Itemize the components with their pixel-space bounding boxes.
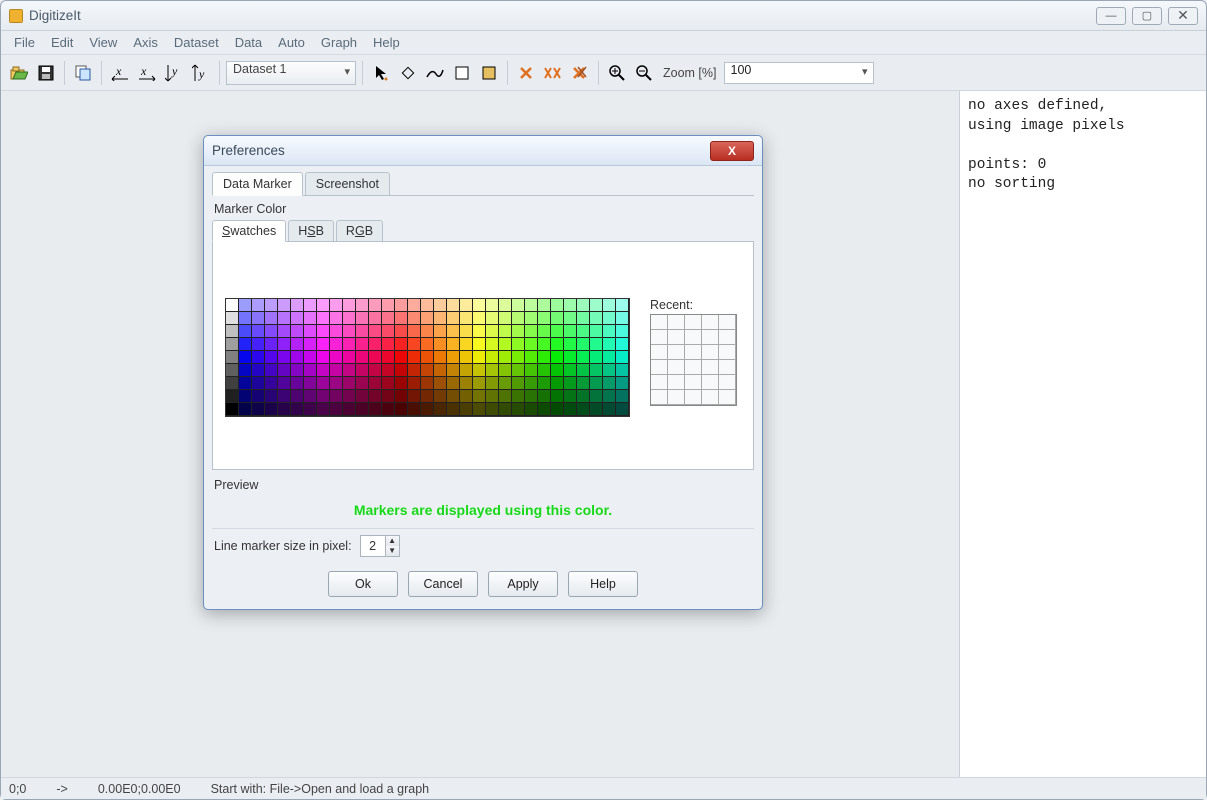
app-title: DigitizeIt — [29, 8, 81, 23]
apply-button[interactable]: Apply — [488, 571, 558, 597]
tab-screenshot[interactable]: Screenshot — [305, 172, 390, 195]
menu-auto[interactable]: Auto — [271, 33, 312, 52]
info-line: no axes defined, — [968, 98, 1107, 114]
tab-swatches[interactable]: Swatches — [212, 220, 286, 242]
toolbar-separator — [64, 61, 65, 85]
line-tool-icon[interactable] — [423, 61, 447, 85]
pointer-icon[interactable] — [369, 61, 393, 85]
menu-help[interactable]: Help — [366, 33, 407, 52]
svg-text:y: y — [171, 64, 178, 78]
diamond-icon[interactable] — [396, 61, 420, 85]
zoom-input[interactable]: 100 — [724, 62, 874, 84]
status-pixel-coords: 0;0 — [9, 782, 26, 796]
x-axis-left-icon[interactable]: x — [108, 61, 132, 85]
dialog-close-button[interactable]: X — [710, 141, 754, 161]
statusbar: 0;0 -> 0.00E0;0.00E0 Start with: File->O… — [1, 777, 1206, 799]
dialog-buttons: Ok Cancel Apply Help — [212, 567, 754, 599]
ok-button[interactable]: Ok — [328, 571, 398, 597]
info-line: points: 0 — [968, 157, 1046, 173]
minimize-button[interactable]: — — [1096, 7, 1126, 25]
marker-color-label: Marker Color — [214, 202, 754, 216]
color-palette[interactable] — [225, 298, 630, 417]
spinner-down-icon[interactable]: ▼ — [386, 546, 399, 556]
toolbar-separator — [362, 61, 363, 85]
pref-tabs: Data Marker Screenshot — [212, 172, 754, 196]
y-axis-down-icon[interactable]: y — [162, 61, 186, 85]
line-marker-size-spinner[interactable]: 2 ▲▼ — [360, 535, 400, 557]
preferences-dialog: Preferences X Data Marker Screenshot Mar… — [203, 135, 763, 610]
cancel-button[interactable]: Cancel — [408, 571, 478, 597]
tab-hsb[interactable]: HSB — [288, 220, 334, 241]
tab-rgb[interactable]: RGB — [336, 220, 383, 241]
zoom-label: Zoom [%] — [663, 66, 717, 80]
svg-text:x: x — [140, 65, 147, 78]
zoom-out-icon[interactable] — [632, 61, 656, 85]
recent-colors: Recent: — [650, 298, 737, 406]
dialog-titlebar[interactable]: Preferences X — [204, 136, 762, 166]
info-line: no sorting — [968, 176, 1055, 192]
menu-edit[interactable]: Edit — [44, 33, 80, 52]
copy-icon[interactable] — [71, 61, 95, 85]
zoom-in-icon[interactable] — [605, 61, 629, 85]
titlebar: DigitizeIt — ▢ ✕ — [1, 1, 1206, 31]
preview-text: Markers are displayed using this color. — [212, 496, 754, 528]
menubar: File Edit View Axis Dataset Data Auto Gr… — [1, 31, 1206, 55]
dialog-title: Preferences — [212, 143, 285, 158]
recent-grid[interactable] — [650, 314, 737, 406]
line-marker-size-row: Line marker size in pixel: 2 ▲▼ — [212, 528, 754, 567]
x-axis-right-icon[interactable]: x — [135, 61, 159, 85]
delete-point-icon[interactable] — [514, 61, 538, 85]
y-axis-up-icon[interactable]: y — [189, 61, 213, 85]
delete-all-icon[interactable] — [568, 61, 592, 85]
tab-swatches-label: watches — [230, 224, 276, 238]
menu-dataset[interactable]: Dataset — [167, 33, 226, 52]
svg-text:x: x — [115, 65, 122, 78]
save-icon[interactable] — [34, 61, 58, 85]
app-icon — [9, 9, 23, 23]
color-tabs: Swatches HSB RGB — [212, 220, 754, 242]
menu-axis[interactable]: Axis — [126, 33, 165, 52]
menu-file[interactable]: File — [7, 33, 42, 52]
menu-view[interactable]: View — [82, 33, 124, 52]
close-button[interactable]: ✕ — [1168, 7, 1198, 25]
filled-rect-icon[interactable] — [477, 61, 501, 85]
dataset-select[interactable]: Dataset 1 — [226, 61, 356, 85]
svg-text:y: y — [198, 67, 205, 81]
maximize-button[interactable]: ▢ — [1132, 7, 1162, 25]
info-line: using image pixels — [968, 118, 1125, 134]
spinner-up-icon[interactable]: ▲ — [386, 536, 399, 546]
status-hint: Start with: File->Open and load a graph — [211, 782, 430, 796]
toolbar-separator — [219, 61, 220, 85]
dialog-body: Data Marker Screenshot Marker Color Swat… — [204, 166, 762, 609]
menu-data[interactable]: Data — [228, 33, 269, 52]
rect-tool-icon[interactable] — [450, 61, 474, 85]
menu-graph[interactable]: Graph — [314, 33, 364, 52]
recent-label: Recent: — [650, 298, 737, 312]
line-marker-size-value: 2 — [361, 539, 385, 553]
line-marker-size-label: Line marker size in pixel: — [214, 539, 352, 553]
info-panel: no axes defined, using image pixels poin… — [959, 91, 1206, 777]
swatch-panel: Recent: — [212, 242, 754, 470]
preview-label: Preview — [214, 478, 754, 492]
window-controls: — ▢ ✕ — [1096, 7, 1198, 25]
toolbar: x x y y Dataset 1 Zoom [%] 100 — [1, 55, 1206, 91]
toolbar-separator — [598, 61, 599, 85]
toolbar-separator — [507, 61, 508, 85]
status-data-coords: 0.00E0;0.00E0 — [98, 782, 181, 796]
delete-dataset-icon[interactable] — [541, 61, 565, 85]
toolbar-separator — [101, 61, 102, 85]
spinner-arrows[interactable]: ▲▼ — [385, 536, 399, 556]
tab-data-marker[interactable]: Data Marker — [212, 172, 303, 196]
help-button[interactable]: Help — [568, 571, 638, 597]
open-icon[interactable] — [7, 61, 31, 85]
status-arrow: -> — [56, 782, 67, 796]
